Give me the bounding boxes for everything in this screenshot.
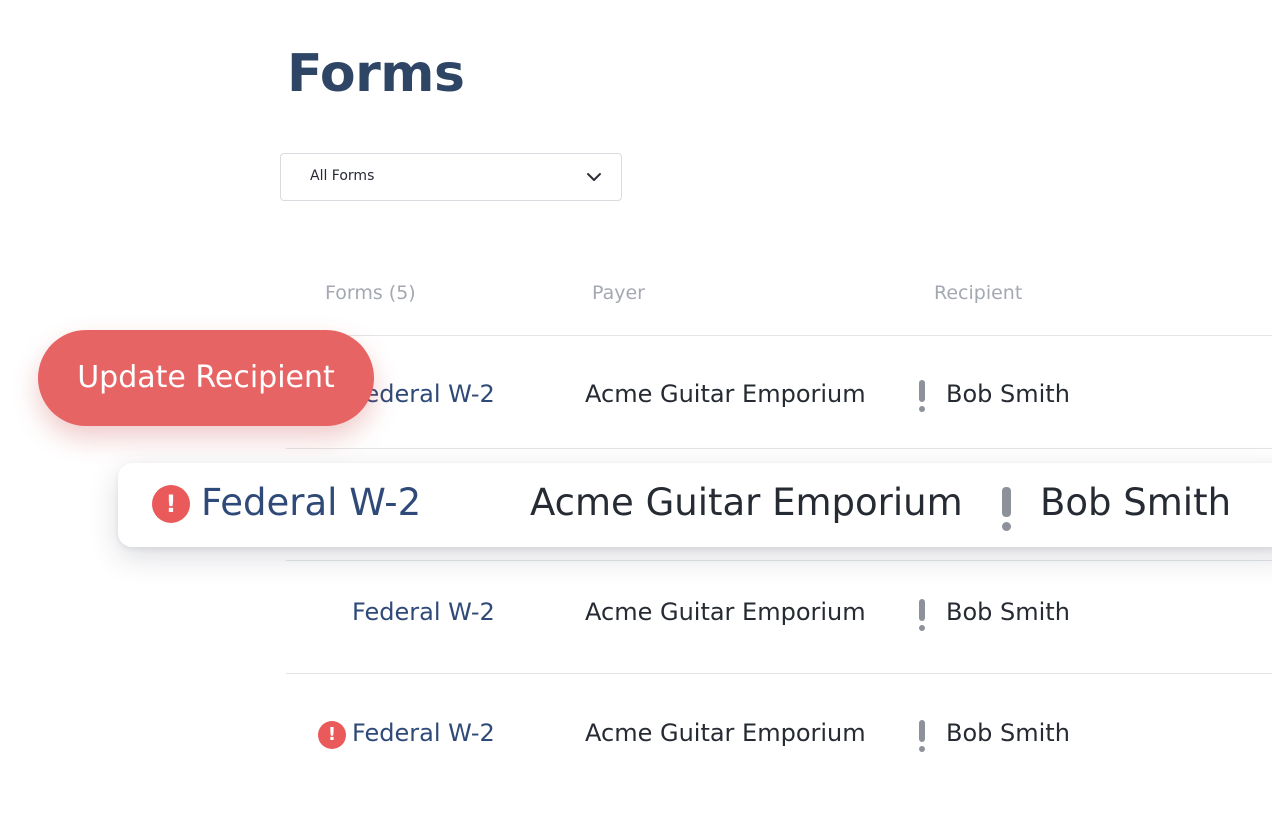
column-header-recipient[interactable]: Recipient	[934, 282, 1022, 304]
table-row[interactable]: Federal W-2 Acme Guitar Emporium Bob Smi…	[286, 340, 1272, 450]
column-header-forms[interactable]: Forms (5)	[325, 282, 416, 304]
exclamation-icon	[919, 599, 925, 631]
exclamation-icon	[919, 380, 925, 412]
recipient-name: Bob Smith	[946, 598, 1070, 626]
payer-name: Acme Guitar Emporium	[585, 598, 866, 626]
form-link[interactable]: Federal W-2	[352, 719, 495, 747]
forms-filter-value: All Forms	[310, 168, 375, 184]
recipient-name: Bob Smith	[1040, 481, 1232, 524]
table-divider	[286, 673, 1272, 674]
form-link[interactable]: Federal W-2	[201, 481, 421, 524]
table-row[interactable]: ! Federal W-2 Acme Guitar Emporium Bob S…	[286, 680, 1272, 790]
page-title: Forms	[287, 44, 465, 104]
update-recipient-button[interactable]: Update Recipient	[38, 330, 374, 426]
exclamation-icon	[1002, 487, 1011, 531]
alert-circle-icon: !	[152, 485, 190, 523]
column-header-payer[interactable]: Payer	[592, 282, 645, 304]
forms-filter-select[interactable]: All Forms	[280, 153, 622, 201]
exclamation-icon	[919, 720, 925, 752]
alert-circle-icon: !	[318, 721, 346, 749]
payer-name: Acme Guitar Emporium	[585, 719, 866, 747]
recipient-name: Bob Smith	[946, 380, 1070, 408]
payer-name: Acme Guitar Emporium	[530, 481, 963, 524]
table-divider	[286, 335, 1272, 336]
highlighted-table-row[interactable]: ! Federal W-2 Acme Guitar Emporium Bob S…	[118, 463, 1272, 547]
table-row[interactable]: Federal W-2 Acme Guitar Emporium Bob Smi…	[286, 560, 1272, 670]
chevron-down-icon	[587, 173, 601, 181]
form-link[interactable]: Federal W-2	[352, 598, 495, 626]
payer-name: Acme Guitar Emporium	[585, 380, 866, 408]
recipient-name: Bob Smith	[946, 719, 1070, 747]
